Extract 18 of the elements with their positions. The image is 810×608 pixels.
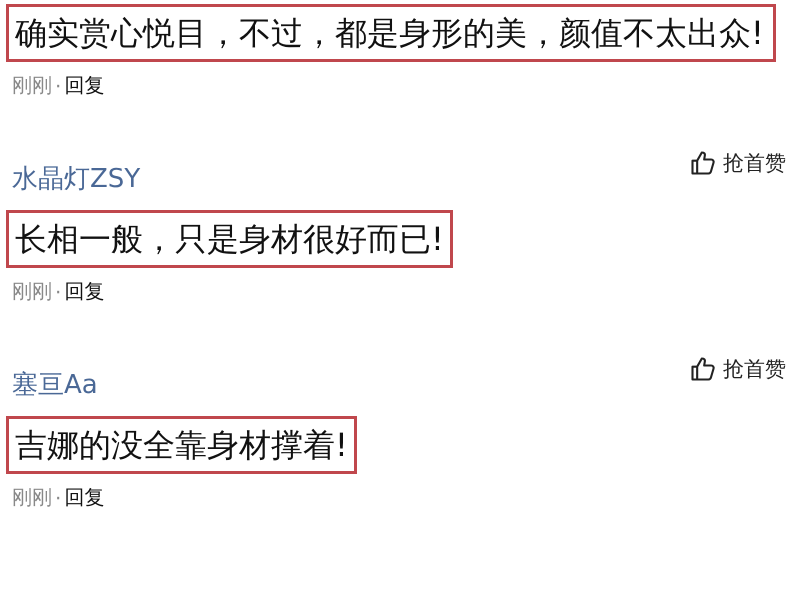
username[interactable]: 塞亘Aa <box>6 367 98 402</box>
reply-link[interactable]: 回复 <box>64 72 104 99</box>
separator: · <box>55 74 62 98</box>
comment-text: 吉娜的没全靠身材撑着! <box>6 416 357 474</box>
reply-link[interactable]: 回复 <box>64 278 104 305</box>
timestamp: 刚刚 <box>12 484 52 511</box>
username[interactable]: 水晶灯ZSY <box>6 161 140 196</box>
thumbs-up-icon <box>689 355 717 383</box>
separator: · <box>55 486 62 510</box>
like-button[interactable]: 抢首赞 <box>689 149 786 177</box>
thumbs-up-icon <box>689 149 717 177</box>
timestamp: 刚刚 <box>12 278 52 305</box>
like-button[interactable]: 抢首赞 <box>689 355 786 383</box>
reply-link[interactable]: 回复 <box>64 484 104 511</box>
separator: · <box>55 280 62 304</box>
comment-text: 长相一般，只是身材很好而已! <box>6 210 453 268</box>
comment-text: 确实赏心悦目，不过，都是身形的美，颜值不太出众! <box>6 4 776 62</box>
timestamp: 刚刚 <box>12 72 52 99</box>
